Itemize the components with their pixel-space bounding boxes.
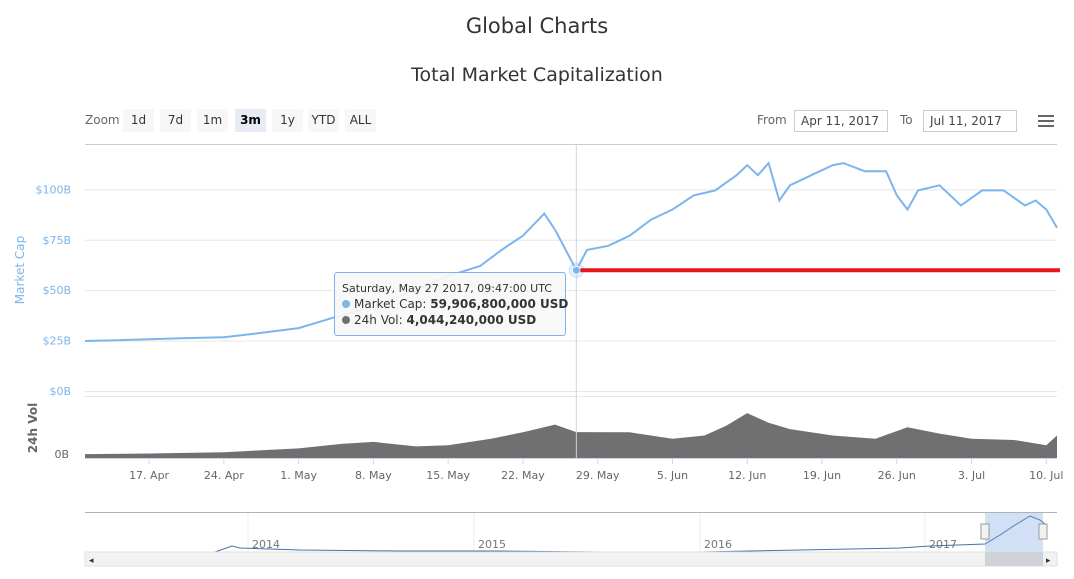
x-tick-label: 15. May (426, 469, 470, 482)
tooltip-market-cap-value: 59,906,800,000 USD (430, 297, 569, 311)
y-tick-label: $100B (35, 183, 71, 196)
tooltip-vol-label: 24h Vol: (354, 313, 403, 327)
y-tick-label: $25B (42, 335, 71, 348)
x-tick-label: 26. Jun (878, 469, 916, 482)
tooltip: Saturday, May 27 2017, 09:47:00 UTC Mark… (334, 272, 569, 336)
x-tick-label: 17. Apr (129, 469, 169, 482)
navigator-year-label: 2015 (478, 538, 506, 551)
hover-point (571, 265, 581, 275)
y-tick-label: $0B (49, 385, 71, 398)
x-tick-label: 22. May (501, 469, 545, 482)
tooltip-date: Saturday, May 27 2017, 09:47:00 UTC (342, 282, 552, 295)
volume-axis-label: 24h Vol (26, 403, 40, 453)
tooltip-market-cap-label: Market Cap: (354, 297, 427, 311)
y-tick-label: $50B (42, 284, 71, 297)
navigator-series (100, 515, 1046, 553)
navigator-year-label: 2016 (704, 538, 732, 551)
navigator-year-label: 2017 (929, 538, 957, 551)
x-tick-label: 12. Jun (728, 469, 766, 482)
volume-tick-label: 0B (54, 448, 69, 461)
x-tick-label: 5. Jun (657, 469, 688, 482)
scroll-right-arrow-icon[interactable]: ▸ (1046, 556, 1051, 566)
x-tick-label: 8. May (355, 469, 392, 482)
y-tick-label: $75B (42, 234, 71, 247)
navigator-selection[interactable] (985, 513, 1043, 553)
x-tick-label: 19. Jun (803, 469, 841, 482)
scrollbar-thumb[interactable] (985, 552, 1043, 566)
market-cap-dot-icon (342, 300, 350, 308)
y-axis-label: Market Cap (13, 236, 27, 304)
chart-page: Global Charts Total Market Capitalizatio… (0, 0, 1074, 579)
navigator-handle-right[interactable] (1038, 523, 1048, 540)
volume-area (85, 413, 1057, 458)
x-tick-label: 29. May (576, 469, 620, 482)
x-tick-label: 24. Apr (204, 469, 244, 482)
x-tick-label: 3. Jul (958, 469, 985, 482)
navigator-handle-left[interactable] (980, 523, 990, 540)
tooltip-vol-value: 4,044,240,000 USD (406, 313, 537, 327)
volume-dot-icon (342, 316, 350, 324)
x-tick-label: 10. Jul (1029, 469, 1063, 482)
scrollbar-track[interactable] (84, 551, 1058, 567)
scroll-left-arrow-icon[interactable]: ◂ (89, 556, 94, 566)
x-tick-label: 1. May (280, 469, 317, 482)
